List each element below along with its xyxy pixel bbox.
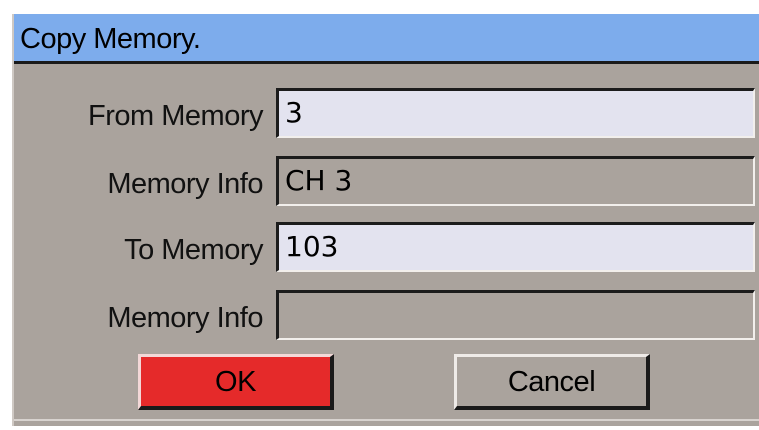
from-memory-info-label: Memory Info <box>107 168 263 200</box>
from-memory-label: From Memory <box>88 100 263 132</box>
dialog-bottom-edge <box>14 419 759 421</box>
copy-memory-dialog: Copy Memory. From Memory 3 Memory Info C… <box>12 14 759 426</box>
to-memory-info-label: Memory Info <box>107 302 263 334</box>
cancel-button[interactable]: Cancel <box>454 354 650 410</box>
from-memory-input[interactable]: 3 <box>276 88 755 138</box>
title-bar: Copy Memory. <box>14 14 759 64</box>
from-memory-info-field: CH 3 <box>276 156 755 206</box>
to-memory-label: To Memory <box>124 234 263 266</box>
to-memory-input[interactable]: 103 <box>276 222 755 272</box>
dialog-title: Copy Memory. <box>20 23 201 55</box>
ok-button[interactable]: OK <box>138 354 334 410</box>
to-memory-info-field <box>276 290 755 340</box>
